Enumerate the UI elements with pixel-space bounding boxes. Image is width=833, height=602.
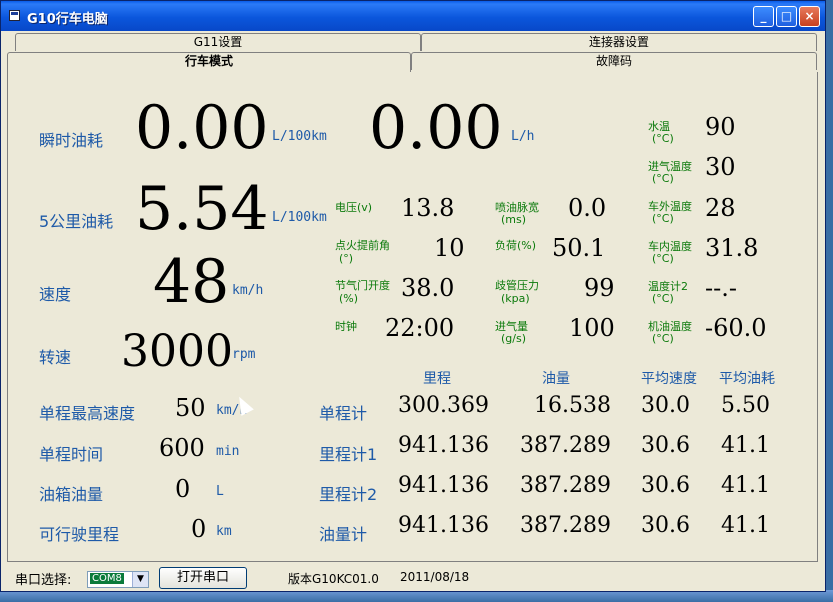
manifold-label: 歧管压力 xyxy=(495,279,539,292)
intake-temp-unit: (°C) xyxy=(652,172,674,185)
table-row-label: 单程计 xyxy=(319,404,368,423)
table-header-fuel: 油量 xyxy=(542,371,570,387)
table-cell-avg-fuel: 41.1 xyxy=(721,433,770,458)
port-select[interactable]: COM8 ▼ xyxy=(87,571,149,588)
throttle-value: 38.0 xyxy=(401,274,455,302)
km5-fuel-value: 5.54 xyxy=(135,174,269,244)
instant-fuel-unit: L/100km xyxy=(272,129,327,144)
instant-fuel-label: 瞬时油耗 xyxy=(39,131,104,150)
instant-fuel-lh-unit: L/h xyxy=(511,129,535,144)
close-button[interactable]: × xyxy=(799,6,820,27)
table-cell-distance: 941.136 xyxy=(398,473,489,498)
instant-fuel-lh-value: 0.00 xyxy=(369,93,503,163)
oil-temp-value: -60.0 xyxy=(705,314,767,342)
tab-g11-settings[interactable]: G11设置 xyxy=(15,33,421,51)
km5-fuel-unit: L/100km xyxy=(272,210,327,225)
intake-unit: (g/s) xyxy=(501,332,527,345)
water-temp-value: 90 xyxy=(705,113,736,141)
table-cell-fuel: 387.289 xyxy=(520,513,611,538)
trip-time-label: 单程时间 xyxy=(39,445,104,464)
table-cell-avg-fuel: 5.50 xyxy=(721,393,770,418)
table-cell-avg-speed: 30.6 xyxy=(641,473,690,498)
trip-time-value: 600 xyxy=(159,434,205,462)
range-label: 可行驶里程 xyxy=(39,525,120,544)
app-window: G10行车电脑 _ □ × G11设置 连接器设置 行车模式 故障码 瞬时油耗 … xyxy=(0,0,826,592)
load-label: 负荷(%) xyxy=(495,239,537,252)
tab-fault-codes[interactable]: 故障码 xyxy=(411,52,817,70)
inside-temp-value: 31.8 xyxy=(705,234,759,262)
outside-temp-unit: (°C) xyxy=(652,212,674,225)
table-header-distance: 里程 xyxy=(423,371,451,387)
manifold-unit: (kpa) xyxy=(501,292,530,305)
inside-temp-unit: (°C) xyxy=(652,252,674,265)
date-text: 2011/08/18 xyxy=(400,570,470,584)
speed-label: 速度 xyxy=(39,285,72,304)
outside-temp-value: 28 xyxy=(705,194,736,222)
instant-fuel-value: 0.00 xyxy=(135,93,269,163)
table-cell-avg-speed: 30.6 xyxy=(641,433,690,458)
table-cell-fuel: 387.289 xyxy=(520,433,611,458)
open-port-button[interactable]: 打开串口 xyxy=(159,567,247,589)
chevron-down-icon[interactable]: ▼ xyxy=(132,572,148,587)
window-title: G10行车电脑 xyxy=(27,12,108,27)
table-row-label: 油量计 xyxy=(319,525,368,544)
port-select-value: COM8 xyxy=(90,573,124,584)
clock-value: 22:00 xyxy=(385,314,455,342)
voltage-value: 13.8 xyxy=(401,194,455,222)
range-unit: km xyxy=(216,524,232,539)
ignition-unit: (°) xyxy=(339,252,354,265)
throttle-label: 节气门开度 xyxy=(335,279,390,292)
maximize-button[interactable]: □ xyxy=(776,6,797,27)
km5-fuel-label: 5公里油耗 xyxy=(39,212,114,231)
title-bar[interactable]: G10行车电脑 _ □ × xyxy=(1,1,825,31)
injection-value: 0.0 xyxy=(568,194,607,222)
app-window-icon xyxy=(9,10,20,21)
table-cell-avg-fuel: 41.1 xyxy=(721,473,770,498)
version-text: 版本G10KC01.0 xyxy=(288,572,379,586)
intake-value: 100 xyxy=(569,314,615,342)
tank-fuel-label: 油箱油量 xyxy=(39,485,104,504)
oil-temp-unit: (°C) xyxy=(652,332,674,345)
rpm-label: 转速 xyxy=(39,348,72,367)
gauge2-temp-unit: (°C) xyxy=(652,292,674,305)
rpm-unit: rpm xyxy=(232,347,256,362)
tank-fuel-value: 0 xyxy=(175,475,191,503)
manifold-value: 99 xyxy=(584,274,615,302)
trip-time-unit: min xyxy=(216,444,240,459)
table-cell-fuel: 16.538 xyxy=(534,393,611,418)
ignition-value: 10 xyxy=(434,234,465,262)
throttle-unit: (%) xyxy=(339,292,359,305)
max-speed-value: 50 xyxy=(175,394,206,422)
intake-temp-value: 30 xyxy=(705,153,736,181)
injection-unit: (ms) xyxy=(501,213,527,226)
tank-fuel-unit: L xyxy=(216,484,224,499)
clock-label: 时钟 xyxy=(335,320,357,333)
water-temp-unit: (°C) xyxy=(652,132,674,145)
table-cell-distance: 300.369 xyxy=(398,393,489,418)
table-header-avg-speed: 平均速度 xyxy=(641,371,697,387)
table-cell-avg-fuel: 41.1 xyxy=(721,513,770,538)
range-value: 0 xyxy=(191,515,207,543)
table-cell-avg-speed: 30.6 xyxy=(641,513,690,538)
table-row-label: 里程计1 xyxy=(319,445,378,464)
speed-unit: km/h xyxy=(232,283,264,298)
gauge2-temp-value: --.- xyxy=(705,274,737,302)
rpm-value: 3000 xyxy=(121,326,233,377)
table-header-avg-fuel: 平均油耗 xyxy=(719,371,775,387)
tab-connector-settings[interactable]: 连接器设置 xyxy=(421,33,817,51)
ignition-label: 点火提前角 xyxy=(335,239,390,252)
port-label: 串口选择: xyxy=(15,573,72,588)
load-value: 50.1 xyxy=(552,234,606,262)
voltage-label: 电压(v) xyxy=(335,201,373,214)
table-cell-fuel: 387.289 xyxy=(520,473,611,498)
tab-drive-mode[interactable]: 行车模式 xyxy=(7,52,411,73)
speed-value: 48 xyxy=(153,247,230,317)
max-speed-label: 单程最高速度 xyxy=(39,404,136,423)
table-cell-distance: 941.136 xyxy=(398,433,489,458)
minimize-button[interactable]: _ xyxy=(753,6,774,27)
table-cell-distance: 941.136 xyxy=(398,513,489,538)
table-cell-avg-speed: 30.0 xyxy=(641,393,690,418)
table-row-label: 里程计2 xyxy=(319,485,378,504)
